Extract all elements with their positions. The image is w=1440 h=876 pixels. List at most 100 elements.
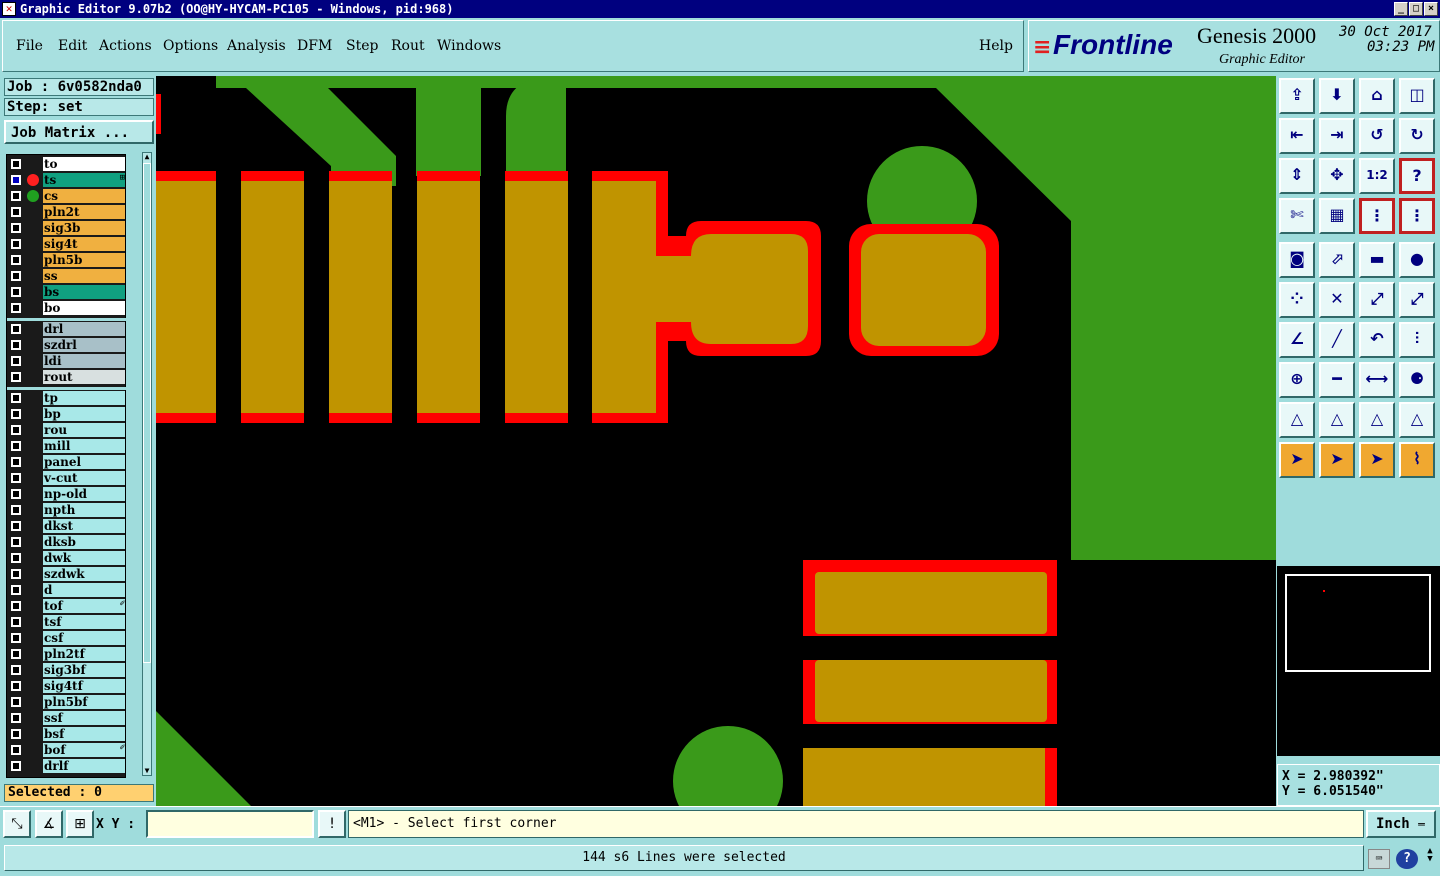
menu-help[interactable]: Help [979,38,1013,54]
layer-checkbox[interactable] [11,633,21,643]
keyboard-icon[interactable]: ⌨ [1368,849,1390,869]
layer-row-tp[interactable]: tp [7,391,127,405]
home-icon[interactable]: ⇪ [1279,78,1315,114]
dim-icon[interactable]: ⟷ [1359,362,1395,398]
maximize-icon[interactable]: □ [1409,2,1423,16]
help-icon[interactable]: ? [1396,849,1418,869]
layer-row-csf[interactable]: csf [7,631,127,645]
layer-checkbox[interactable] [11,372,21,382]
layer-scrollbar[interactable]: ▲ ▼ [142,152,152,776]
layer-checkbox[interactable] [11,745,21,755]
smd-pad-tab[interactable] [592,181,808,413]
layer-row-rout[interactable]: rout [7,370,127,384]
layers-icon[interactable]: ⋮ [1359,198,1395,234]
layer-checkbox[interactable] [11,271,21,281]
layer-row-npth[interactable]: npth [7,503,127,517]
menu-edit[interactable]: Edit [58,38,87,54]
layer-checkbox[interactable] [11,505,21,515]
layer-row-panel[interactable]: panel [7,455,127,469]
layer-row-drlf[interactable]: drlf [7,759,127,773]
menu-rout[interactable]: Rout [391,38,425,54]
layer-row-sig3bf[interactable]: sig3bf [7,663,127,677]
layer-row-ss[interactable]: ss [7,269,127,283]
tri3-icon[interactable]: △ [1359,402,1395,438]
layer-row-pln5b[interactable]: pln5b [7,253,127,267]
tri-icon[interactable]: △ [1279,402,1315,438]
layer-row-bof[interactable]: bof ✐ [7,743,127,757]
pointer-icon[interactable]: ➤ [1279,442,1315,478]
menu-file[interactable]: File [16,38,43,54]
graphic-canvas[interactable] [156,76,1276,806]
layer-checkbox[interactable] [11,649,21,659]
layer-row-pln2t[interactable]: pln2t [7,205,127,219]
scroll-arrows-icon[interactable]: ▲ ▼ [1424,847,1436,871]
layer-row-ts[interactable]: ts ⊞ [7,173,127,187]
menu-analysis[interactable]: Analysis [227,38,286,54]
layer-checkbox[interactable] [11,697,21,707]
layer-checkbox[interactable] [11,601,21,611]
prev-icon[interactable]: ⇤ [1279,118,1315,154]
menu-actions[interactable]: Actions [99,38,152,54]
layer-checkbox[interactable] [11,585,21,595]
layer-row-pln2tf[interactable]: pln2tf [7,647,127,661]
close-icon[interactable]: × [1424,2,1438,16]
layer-row-sig4tf[interactable]: sig4tf [7,679,127,693]
next-icon[interactable]: ⇥ [1319,118,1355,154]
layer-checkbox[interactable] [11,255,21,265]
split-view-icon[interactable]: ◫ [1399,78,1435,114]
round-pad[interactable] [861,234,986,346]
overview-map[interactable] [1277,566,1440,756]
cross-icon[interactable]: ✕ [1319,282,1355,318]
layer-checkbox[interactable] [11,207,21,217]
layer-row-mill[interactable]: mill [7,439,127,453]
job-matrix-button[interactable]: Job Matrix ... [4,120,154,144]
layer-checkbox[interactable] [11,617,21,627]
menu-options[interactable]: Options [163,38,218,54]
ruler-icon[interactable]: ▬ [1359,242,1395,278]
layer-checkbox[interactable] [11,457,21,467]
layer-checkbox[interactable] [11,239,21,249]
layer-row-bo[interactable]: bo [7,301,127,315]
grid-icon[interactable]: ▦ [1319,198,1355,234]
smd-pad[interactable] [417,181,480,413]
layer-row-pln5bf[interactable]: pln5bf [7,695,127,709]
node-icon[interactable]: ⁘ [1279,282,1315,318]
layer-checkbox[interactable] [11,425,21,435]
menu-windows[interactable]: Windows [437,38,501,54]
layer-checkbox[interactable] [11,441,21,451]
layer-checkbox[interactable] [11,356,21,366]
layer-row-ldi[interactable]: ldi [7,354,127,368]
house-icon[interactable]: ⌂ [1359,78,1395,114]
layer-row-d[interactable]: d [7,583,127,597]
layer-row-szdrl[interactable]: szdrl [7,338,127,352]
layer-row-tsf[interactable]: tsf [7,615,127,629]
layer-checkbox[interactable] [11,569,21,579]
layer-checkbox[interactable] [11,473,21,483]
layer-row-np-old[interactable]: np-old [7,487,127,501]
pointer2-icon[interactable]: ➤ [1319,442,1355,478]
layer-row-bsf[interactable]: bsf [7,727,127,741]
line-add-icon[interactable]: ━ [1319,362,1355,398]
layer-checkbox[interactable] [11,729,21,739]
layer-checkbox[interactable] [11,521,21,531]
layer-checkbox[interactable] [11,489,21,499]
menu-step[interactable]: Step [346,38,378,54]
layer-checkbox[interactable] [11,553,21,563]
layer-checkbox[interactable] [11,681,21,691]
tri2-icon[interactable]: △ [1319,402,1355,438]
redo-icon[interactable]: ↻ [1399,118,1435,154]
angle-snap-icon[interactable]: ∡ [35,810,63,838]
angle-icon[interactable]: ∠ [1279,322,1315,358]
layer-checkbox[interactable] [11,713,21,723]
layer-row-szdwk[interactable]: szdwk [7,567,127,581]
unit-selector[interactable]: Inch ═ [1366,810,1436,838]
layer-checkbox[interactable] [11,340,21,350]
scale-icon[interactable]: 1:2 [1359,158,1395,194]
layer-checkbox[interactable] [11,287,21,297]
xy-input[interactable] [146,810,314,838]
layer-row-dkst[interactable]: dkst [7,519,127,533]
smd-pad[interactable] [505,181,568,413]
smd-pad[interactable] [815,572,1047,634]
layer-checkbox[interactable] [11,324,21,334]
minimize-icon[interactable]: _ [1394,2,1408,16]
